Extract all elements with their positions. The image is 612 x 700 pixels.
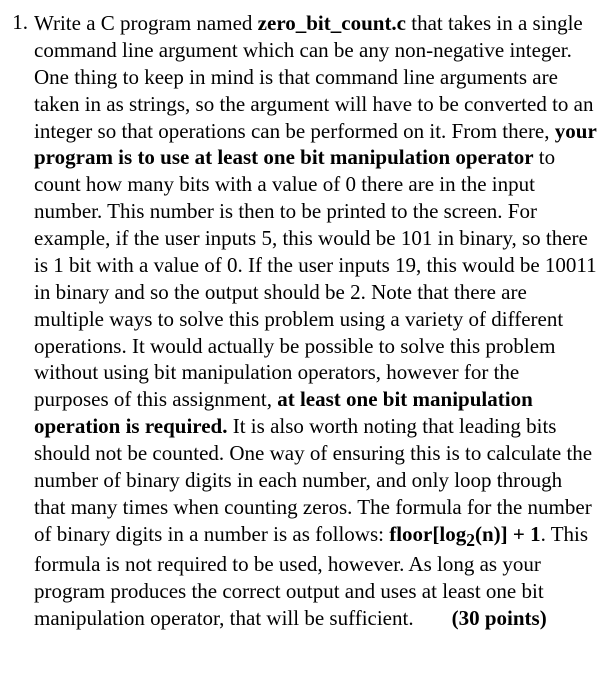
formula-part: (n)] + 1 [475, 522, 541, 546]
item-number: 1. [10, 10, 34, 35]
points-label: (30 points) [452, 606, 547, 630]
item-body: Write a C program named zero_bit_count.c… [34, 10, 598, 632]
program-filename: zero_bit_count.c [258, 11, 406, 35]
question-item: 1. Write a C program named zero_bit_coun… [10, 10, 598, 632]
formula-part: floor[log [389, 522, 466, 546]
text-segment: to count how many bits with a value of 0… [34, 145, 597, 411]
formula-subscript: 2 [466, 530, 475, 550]
document-page: 1. Write a C program named zero_bit_coun… [0, 0, 612, 642]
formula: floor[log2(n)] + 1 [389, 522, 540, 546]
text-segment: Write a C program named [34, 11, 258, 35]
